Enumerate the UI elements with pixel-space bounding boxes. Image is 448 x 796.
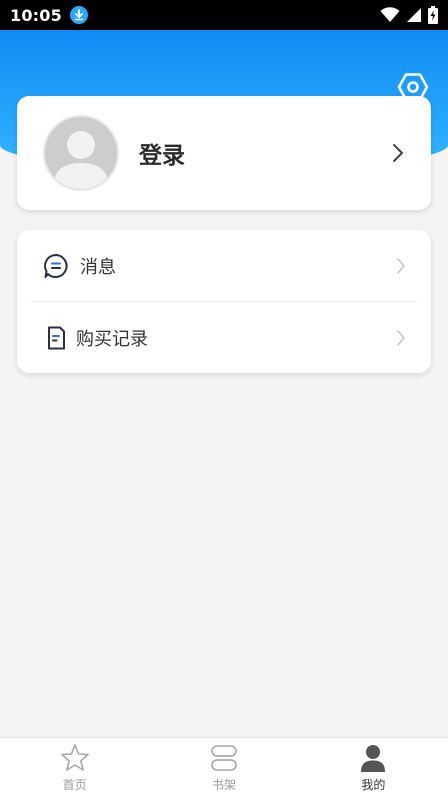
person-icon (361, 745, 386, 772)
menu-card: 消息 购买记录 (17, 230, 431, 373)
nav-label: 首页 (62, 778, 87, 792)
star-icon (60, 744, 89, 771)
battery-icon (428, 6, 438, 24)
menu-item-messages[interactable]: 消息 (17, 230, 431, 301)
nav-label: 我的 (361, 778, 386, 792)
nav-item-bookshelf[interactable]: 书架 (149, 738, 298, 796)
avatar (43, 115, 119, 191)
message-icon (42, 252, 70, 280)
menu-item-purchase-records[interactable]: 购买记录 (17, 302, 431, 373)
nav-item-home[interactable]: 首页 (0, 738, 149, 796)
chevron-right-icon (393, 144, 403, 162)
download-icon (69, 6, 88, 24)
menu-item-label: 购买记录 (76, 328, 148, 350)
status-bar: 10:05 (0, 0, 448, 30)
chevron-right-icon (397, 257, 405, 274)
nav-item-mine[interactable]: 我的 (299, 738, 448, 796)
menu-item-label: 消息 (80, 256, 116, 278)
wifi-icon (380, 7, 400, 22)
default-avatar-icon (45, 117, 117, 189)
bottom-nav: 首页 书架 我的 (0, 737, 448, 796)
signal-icon (407, 8, 421, 22)
nav-label: 书架 (211, 778, 236, 792)
status-time: 10:05 (10, 5, 62, 25)
login-label: 登录 (139, 143, 185, 169)
status-icons (380, 6, 438, 24)
record-icon (42, 324, 70, 352)
bookshelf-icon (211, 745, 237, 771)
login-card[interactable]: 登录 (17, 96, 431, 210)
chevron-right-icon (397, 329, 405, 346)
